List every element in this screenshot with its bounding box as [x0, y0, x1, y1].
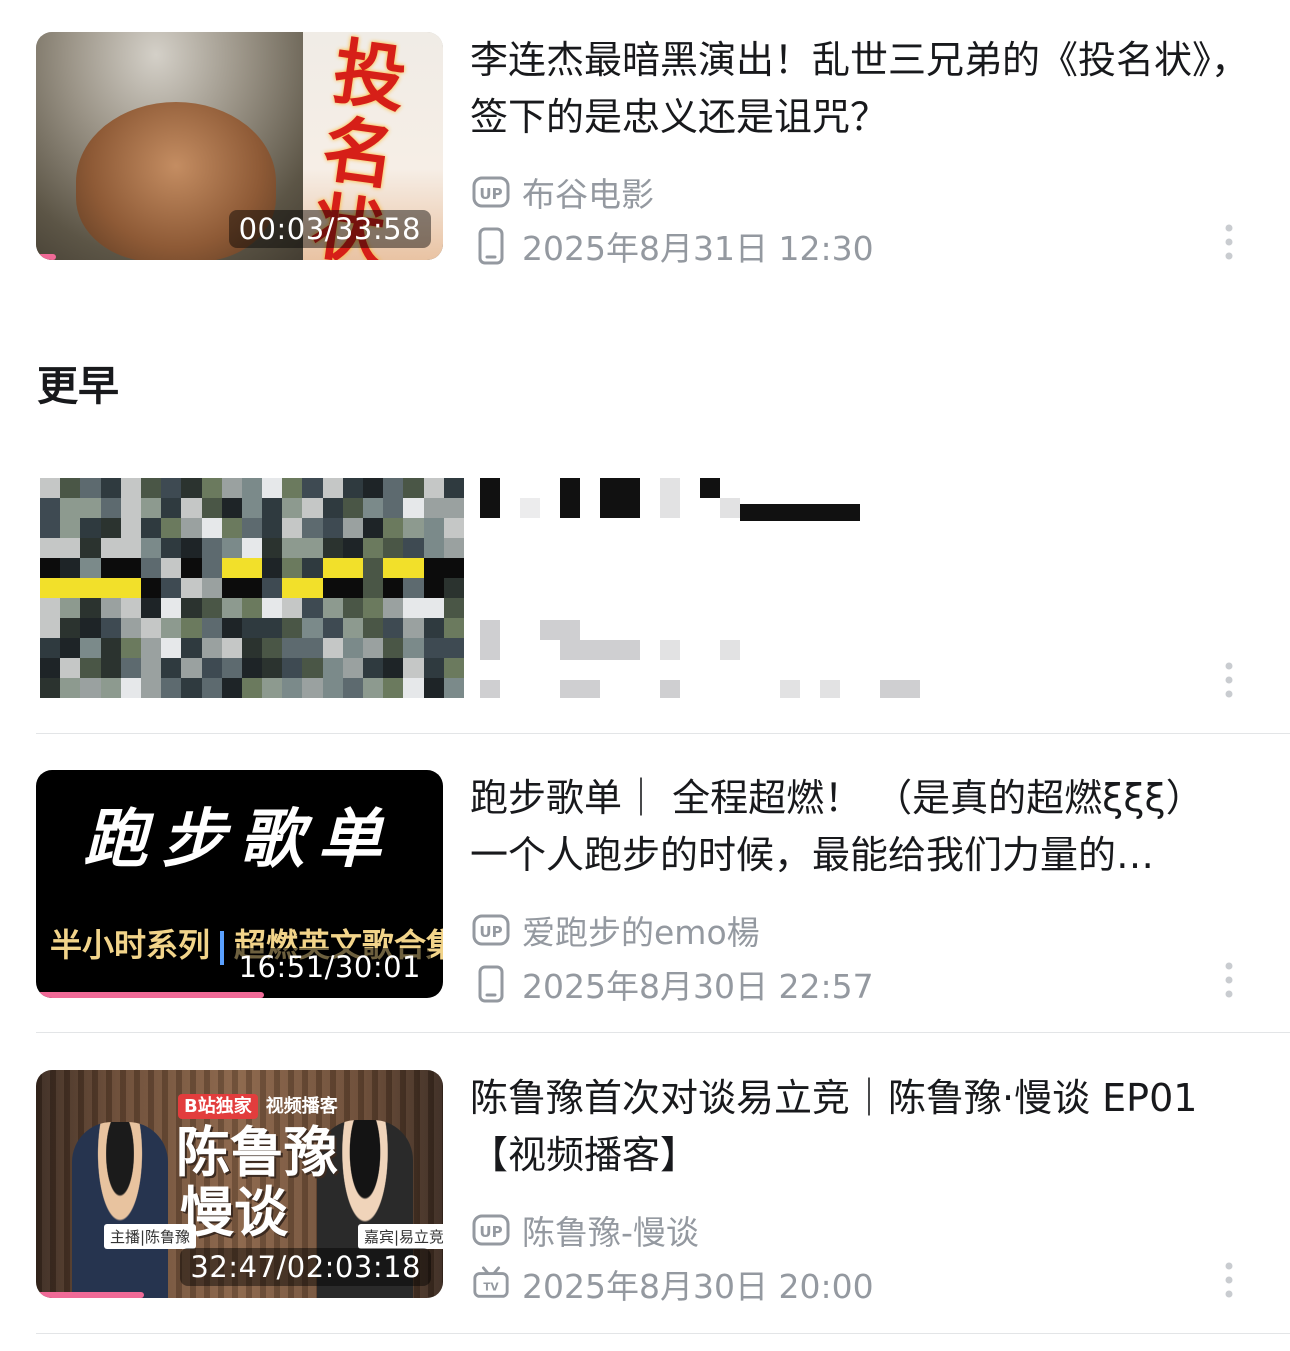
- watch-datetime: 2025年8月30日 20:00: [522, 1267, 874, 1306]
- more-options-icon[interactable]: [1212, 658, 1246, 702]
- svg-text:TV: TV: [483, 1282, 499, 1294]
- thumbnail-host-tag: 主播|陈鲁豫: [104, 1224, 197, 1249]
- video-title[interactable]: [480, 478, 900, 521]
- watch-datetime: 2025年8月31日 12:30: [522, 229, 874, 268]
- video-thumbnail[interactable]: 投名状 00:03/33:58: [36, 32, 443, 260]
- uploader-row[interactable]: UP 爱跑步的emo楊: [472, 906, 760, 954]
- history-item[interactable]: 投名状 00:03/33:58 李连杰最暗黑演出！乱世三兄弟的《投名状》，签下的…: [36, 32, 1290, 268]
- up-badge-icon: UP: [472, 911, 510, 949]
- history-item-redacted[interactable]: [36, 478, 1290, 703]
- tv-icon: TV: [472, 1265, 510, 1303]
- divider: [36, 733, 1290, 734]
- video-thumbnail[interactable]: 跑步歌单 半小时系列 超燃英文歌合集 16:51/30:01: [36, 770, 443, 998]
- video-thumbnail[interactable]: [40, 478, 464, 698]
- svg-text:UP: UP: [479, 923, 502, 941]
- more-options-icon[interactable]: [1212, 958, 1246, 1002]
- video-title[interactable]: 李连杰最暗黑演出！乱世三兄弟的《投名状》，签下的是忠义还是诅咒？: [470, 32, 1250, 146]
- thumbnail-title: 陈鲁豫 慢谈: [176, 1120, 338, 1244]
- divider: [36, 1333, 1290, 1334]
- uploader-row[interactable]: UP 陈鲁豫-慢谈: [472, 1206, 699, 1254]
- thumbnail-main-text: 跑步歌单: [83, 802, 396, 877]
- video-duration: 32:47/02:03:18: [180, 1248, 431, 1286]
- svg-text:UP: UP: [479, 1223, 502, 1241]
- video-duration: 16:51/30:01: [228, 948, 431, 986]
- uploader-name: 陈鲁豫-慢谈: [522, 1213, 699, 1252]
- up-badge-icon: UP: [472, 173, 510, 211]
- more-options-icon[interactable]: [1212, 1258, 1246, 1302]
- video-title[interactable]: 陈鲁豫首次对谈易立竞｜陈鲁豫·慢谈 EP01 【视频播客】: [470, 1070, 1250, 1184]
- history-item[interactable]: B站独家 视频播客 陈鲁豫 慢谈 主播|陈鲁豫 嘉宾|易立竞 32:47/02:03…: [36, 1070, 1290, 1306]
- thumbnail-badge: B站独家 视频播客: [178, 1092, 338, 1119]
- watch-progress-bar: [36, 1292, 144, 1298]
- thumbnail-guest-tag: 嘉宾|易立竞: [358, 1224, 443, 1249]
- pixelated-thumbnail: [40, 478, 464, 698]
- uploader-name: 爱跑步的emo楊: [522, 913, 760, 952]
- more-options-icon[interactable]: [1212, 220, 1246, 264]
- uploader-name: 布谷电影: [522, 175, 654, 214]
- svg-text:UP: UP: [479, 185, 502, 203]
- video-duration: 00:03/33:58: [228, 210, 431, 248]
- history-item[interactable]: 跑步歌单 半小时系列 超燃英文歌合集 16:51/30:01 跑步歌单｜ 全程超燃…: [36, 770, 1290, 1006]
- uploader-row[interactable]: [480, 620, 740, 660]
- watch-time-row: 2025年8月30日 22:57: [472, 960, 874, 1008]
- watch-progress-bar: [36, 254, 56, 260]
- uploader-row[interactable]: UP 布谷电影: [472, 168, 654, 216]
- up-badge-icon: UP: [472, 1211, 510, 1249]
- watch-time-row: 2025年8月31日 12:30: [472, 222, 874, 270]
- phone-icon: [472, 227, 510, 265]
- watch-progress-bar: [36, 992, 264, 998]
- watch-datetime: 2025年8月30日 22:57: [522, 967, 874, 1006]
- thumbnail-host-figure: [72, 1122, 168, 1298]
- phone-icon: [472, 965, 510, 1003]
- divider: [36, 1032, 1290, 1033]
- watch-time-row: [480, 680, 920, 698]
- video-title[interactable]: 跑步歌单｜ 全程超燃！ （是真的超燃ξξξ） 一个人跑步的时候，最能给我们力量的…: [470, 770, 1250, 884]
- watch-time-row: TV 2025年8月30日 20:00: [472, 1260, 874, 1308]
- video-thumbnail[interactable]: B站独家 视频播客 陈鲁豫 慢谈 主播|陈鲁豫 嘉宾|易立竞 32:47/02:03…: [36, 1070, 443, 1298]
- section-header-earlier: 更早: [37, 362, 119, 410]
